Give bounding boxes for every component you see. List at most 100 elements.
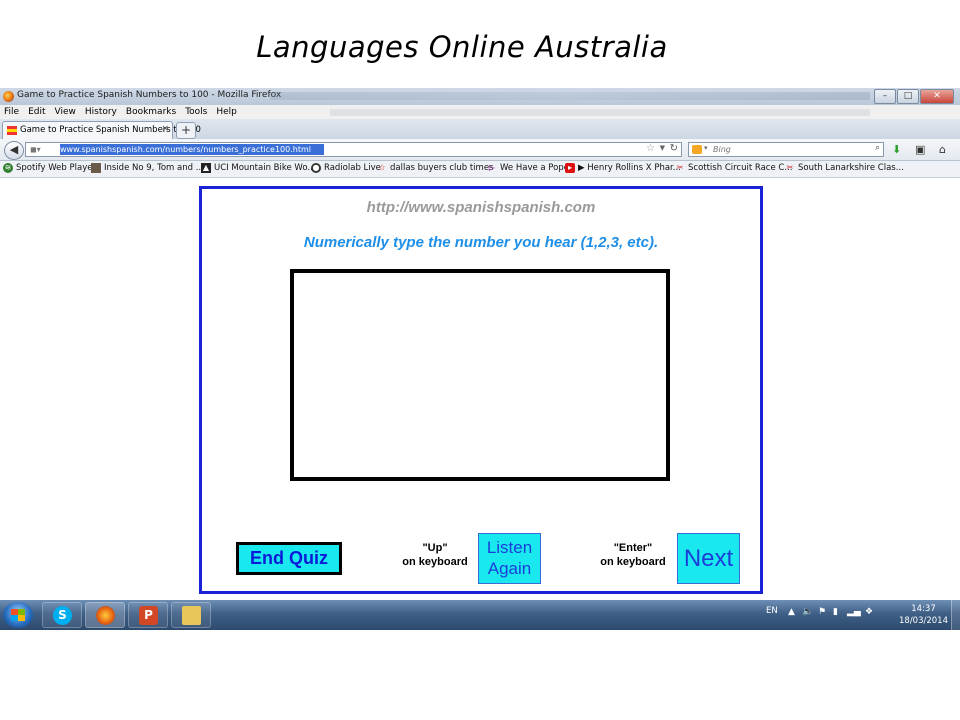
reload-icon[interactable]: ↻ (670, 143, 678, 154)
star-icon: ☆ (378, 163, 386, 172)
instruction-text: Numerically type the number you hear (1,… (303, 234, 659, 251)
action-center-flag-icon[interactable]: ⚑ (818, 607, 826, 617)
search-bar[interactable]: ▾ ⌕ (688, 142, 884, 157)
slide-title: Languages Online Australia (256, 30, 668, 64)
site-url-text: http://www.spanishspanish.com (366, 199, 596, 216)
blurred-background (330, 109, 870, 116)
menu-view[interactable]: View (55, 105, 76, 119)
windows-taskbar: S P EN ▲ 🔈 ⚑ ▮ ▂▄ ❖ 14:37 18/03/2014 (0, 600, 960, 630)
bookmark-item[interactable]: ▷ We Have a Pope (487, 163, 569, 173)
battery-icon[interactable]: ▮ (833, 607, 838, 617)
bookmark-label: South Lanarkshire Clas... (798, 163, 904, 173)
enter-key-hint: "Enter" on keyboard (592, 541, 674, 569)
game-panel: http://www.spanishspanish.com Numericall… (199, 186, 763, 594)
listen-label-line2: Again (487, 559, 532, 578)
taskbar-skype[interactable]: S (42, 602, 82, 628)
answer-input[interactable] (294, 273, 670, 479)
bookmarks-menu-icon[interactable]: ▣ (915, 143, 925, 156)
taskbar-firefox[interactable] (85, 602, 125, 628)
taskbar-file-explorer[interactable] (171, 602, 211, 628)
start-button[interactable] (3, 602, 33, 628)
scissors-icon: ✂ (676, 163, 684, 172)
bookmark-item[interactable]: ✂ South Lanarkshire Clas... (785, 163, 904, 173)
listen-again-button[interactable]: Listen Again (478, 533, 541, 584)
play-icon: ▷ (488, 163, 496, 172)
windows-logo-icon (11, 609, 25, 621)
bookmark-item[interactable]: ▸ ▶ Henry Rollins X Phar... (565, 163, 681, 173)
window-title: Game to Practice Spanish Numbers to 100 … (17, 90, 282, 100)
show-desktop-button[interactable] (951, 600, 960, 630)
menu-bar: File Edit View History Bookmarks Tools H… (0, 105, 960, 119)
powerpoint-icon: P (139, 606, 158, 625)
enter-hint-line2: on keyboard (600, 556, 666, 568)
next-button[interactable]: Next (677, 533, 740, 584)
up-hint-line1: "Up" (422, 542, 448, 554)
mountain-icon: ▲ (201, 163, 211, 173)
window-titlebar: Game to Practice Spanish Numbers to 100 … (0, 88, 960, 105)
bookmark-item[interactable]: ✂ Scottish Circuit Race C... (675, 163, 793, 173)
bookmark-item[interactable]: ▲ UCI Mountain Bike Wo... (201, 163, 315, 173)
blurred-background (270, 92, 870, 100)
tab-close-icon[interactable]: × (161, 124, 169, 134)
bookmark-item[interactable]: Inside No 9, Tom and ... (91, 163, 204, 173)
bookmark-label: ▶ Henry Rollins X Phar... (578, 163, 681, 173)
download-icon[interactable]: ⬇ (892, 143, 901, 156)
menu-help[interactable]: Help (216, 105, 237, 119)
menu-edit[interactable]: Edit (28, 105, 45, 119)
search-icon[interactable]: ⌕ (875, 143, 880, 153)
clock-time: 14:37 (911, 604, 936, 614)
scissors-icon: ✂ (786, 163, 794, 172)
youtube-icon: ▸ (565, 163, 575, 173)
skype-icon: S (53, 606, 72, 625)
end-quiz-button[interactable]: End Quiz (236, 542, 342, 575)
menu-bookmarks[interactable]: Bookmarks (126, 105, 176, 119)
bing-icon[interactable] (692, 145, 702, 154)
tab-game[interactable]: Game to Practice Spanish Numbers to 100 … (2, 121, 201, 139)
up-hint-line2: on keyboard (402, 556, 468, 568)
search-input[interactable] (713, 144, 863, 155)
network-signal-icon[interactable]: ▂▄ (847, 607, 861, 617)
answer-box[interactable] (290, 269, 670, 481)
taskbar-powerpoint[interactable]: P (128, 602, 168, 628)
clock[interactable]: 14:37 18/03/2014 (899, 603, 948, 627)
image-icon (91, 163, 101, 173)
bookmark-item[interactable]: ≋ Spotify Web Player (3, 163, 96, 173)
dropbox-icon[interactable]: ❖ (865, 607, 873, 617)
firefox-icon (96, 606, 115, 625)
bookmark-label: dallas buyers club times (390, 163, 494, 173)
bookmark-item[interactable]: ● Radiolab Live (311, 163, 381, 173)
navigation-bar: ◀ ◼▾ ☆ ▼ ↻ ▾ ⌕ ⬇ ▣ ⌂ (0, 139, 960, 161)
show-hidden-icons-icon[interactable]: ▲ (788, 607, 795, 617)
system-tray: EN ▲ 🔈 ⚑ ▮ ▂▄ ❖ 14:37 18/03/2014 (764, 600, 960, 630)
firefox-icon (3, 91, 14, 102)
new-tab-button[interactable]: + (176, 122, 196, 139)
site-identity-icon[interactable]: ◼▾ (30, 145, 41, 154)
language-indicator[interactable]: EN (766, 606, 778, 616)
search-engine-dropdown-icon[interactable]: ▾ (704, 144, 708, 152)
back-arrow-icon: ◀ (9, 143, 19, 156)
listen-label-line1: Listen (486, 538, 533, 557)
bookmark-label: Spotify Web Player (16, 163, 96, 173)
minimize-button[interactable]: – (874, 89, 896, 104)
url-input[interactable] (60, 144, 660, 155)
tab-label: Game to Practice Spanish Numbers to 100 (20, 125, 201, 135)
url-bar[interactable]: ◼▾ ☆ ▼ ↻ (25, 142, 682, 157)
url-dropdown-icon[interactable]: ▼ (660, 144, 665, 152)
menu-history[interactable]: History (85, 105, 117, 119)
clock-date: 18/03/2014 (899, 616, 948, 626)
page-content: http://www.spanishspanish.com Numericall… (0, 178, 960, 600)
volume-icon[interactable]: 🔈 (802, 607, 813, 617)
bookmark-item[interactable]: ☆ dallas buyers club times (377, 163, 494, 173)
maximize-button[interactable]: □ (897, 89, 919, 104)
bookmark-star-icon[interactable]: ☆ (646, 143, 655, 154)
radio-icon: ● (311, 163, 321, 173)
bookmark-label: Inside No 9, Tom and ... (104, 163, 204, 173)
home-icon[interactable]: ⌂ (939, 143, 946, 156)
spotify-icon: ≋ (3, 163, 13, 173)
enter-hint-line1: "Enter" (613, 542, 653, 554)
back-button[interactable]: ◀ (4, 141, 24, 160)
close-window-button[interactable]: ✕ (920, 89, 954, 104)
menu-tools[interactable]: Tools (185, 105, 207, 119)
menu-file[interactable]: File (4, 105, 19, 119)
bookmark-label: Radiolab Live (324, 163, 381, 173)
